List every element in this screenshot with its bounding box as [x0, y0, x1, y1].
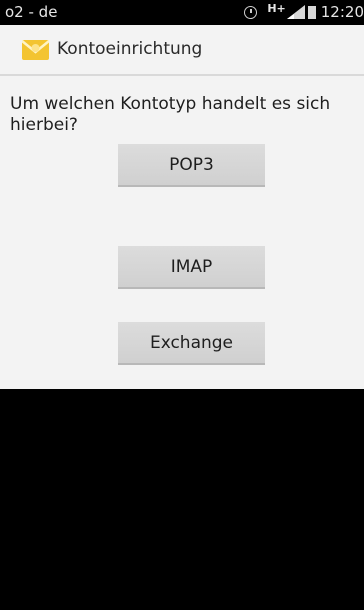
status-icons: H+ 12:20 [244, 1, 364, 21]
network-type: H+ [267, 1, 286, 15]
carrier-name: o2 - de [5, 3, 58, 21]
clock: 12:20 [320, 3, 364, 21]
mail-envelope-icon[interactable] [22, 40, 49, 60]
question-text: Um welchen Kontotyp handelt es sich hier… [10, 94, 331, 135]
status-bar: o2 - de H+ 12:20 [0, 0, 364, 25]
screen: o2 - de H+ 12:20 Kontoeinrichtung Um wel… [0, 0, 364, 610]
signal-icon [286, 5, 305, 19]
exchange-button[interactable]: Exchange [118, 322, 265, 365]
action-bar: Kontoeinrichtung [0, 25, 364, 76]
account-type-panel: Um welchen Kontotyp handelt es sich hier… [0, 76, 364, 389]
battery-icon [307, 5, 316, 19]
page-title: Kontoeinrichtung [57, 39, 203, 59]
pop3-button[interactable]: POP3 [118, 144, 265, 187]
imap-button[interactable]: IMAP [118, 246, 265, 289]
alarm-icon [244, 5, 258, 19]
